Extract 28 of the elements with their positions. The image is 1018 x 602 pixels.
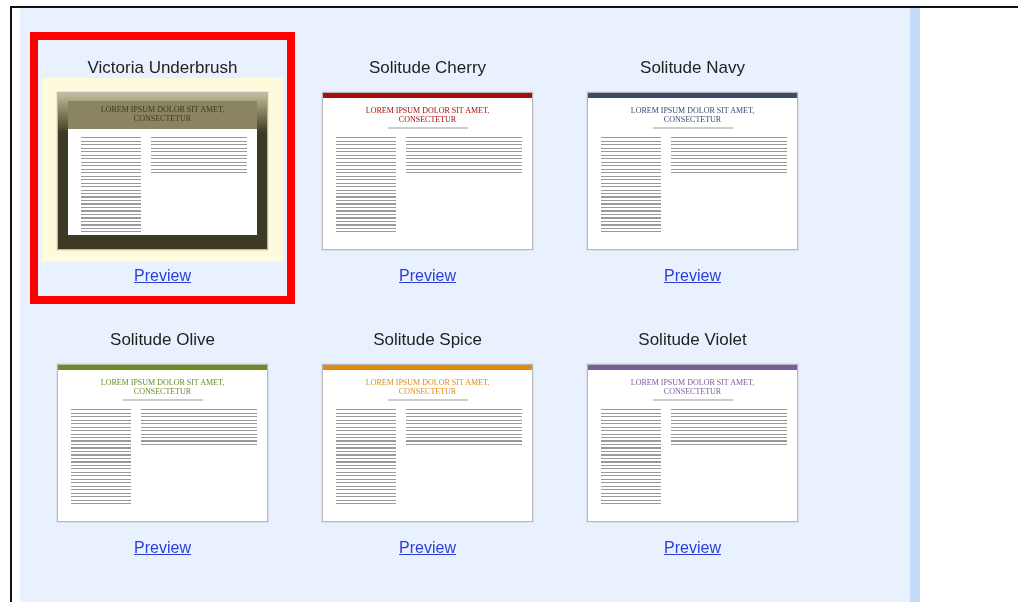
template-name: Solitude Cherry	[368, 58, 487, 78]
template-item[interactable]: Solitude Navy LOREM IPSUM DOLOR SIT AMET, CONSECTETUR Preview	[560, 32, 825, 304]
preview-link[interactable]: Preview	[664, 266, 721, 286]
template-thumbnail[interactable]: LOREM IPSUM DOLOR SIT AMET, CONSECTETUR	[587, 92, 798, 250]
template-thumbnail[interactable]: LOREM IPSUM DOLOR SIT AMET, CONSECTETUR	[587, 364, 798, 522]
template-name: Victoria Underbrush	[87, 58, 238, 78]
template-name: Solitude Navy	[640, 58, 745, 78]
template-name: Solitude Spice	[373, 330, 482, 350]
preview-link[interactable]: Preview	[399, 538, 456, 558]
template-item[interactable]: Solitude Spice LOREM IPSUM DOLOR SIT AMET, CONSECTETUR Preview	[295, 304, 560, 576]
document-heading: LOREM IPSUM DOLOR SIT AMET, CONSECTETUR	[629, 106, 756, 124]
template-thumbnail[interactable]: LOREM IPSUM DOLOR SIT AMET, CONSECTETUR	[322, 92, 533, 250]
document-heading: LOREM IPSUM DOLOR SIT AMET, CONSECTETUR	[99, 378, 226, 396]
preview-link[interactable]: Preview	[664, 538, 721, 558]
template-item[interactable]: Solitude Cherry LOREM IPSUM DOLOR SIT AMET, CONSECTETUR Preview	[295, 32, 560, 304]
template-name: Solitude Olive	[110, 330, 215, 350]
document-heading: LOREM IPSUM DOLOR SIT AMET, CONSECTETUR	[364, 106, 491, 124]
document-heading: LOREM IPSUM DOLOR SIT AMET, CONSECTETUR	[364, 378, 491, 396]
template-thumbnail[interactable]: LOREM IPSUM DOLOR SIT AMET, CONSECTETUR	[57, 364, 268, 522]
document-heading: LOREM IPSUM DOLOR SIT AMET, CONSECTETUR	[629, 378, 756, 396]
template-item[interactable]: Solitude Olive LOREM IPSUM DOLOR SIT AMET, CONSECTETUR Preview	[30, 304, 295, 576]
document-heading: LOREM IPSUM DOLOR SIT AMET, CONSECTETUR	[99, 105, 226, 123]
template-name: Solitude Violet	[638, 330, 747, 350]
preview-link[interactable]: Preview	[399, 266, 456, 286]
preview-link[interactable]: Preview	[134, 538, 191, 558]
template-item[interactable]: Solitude Violet LOREM IPSUM DOLOR SIT AMET, CONSECTETUR Preview	[560, 304, 825, 576]
preview-link[interactable]: Preview	[134, 266, 191, 286]
template-item[interactable]: Victoria Underbrush LOREM IPSUM DOLOR SIT AMET, CONSECTETUR Preview	[30, 32, 295, 304]
